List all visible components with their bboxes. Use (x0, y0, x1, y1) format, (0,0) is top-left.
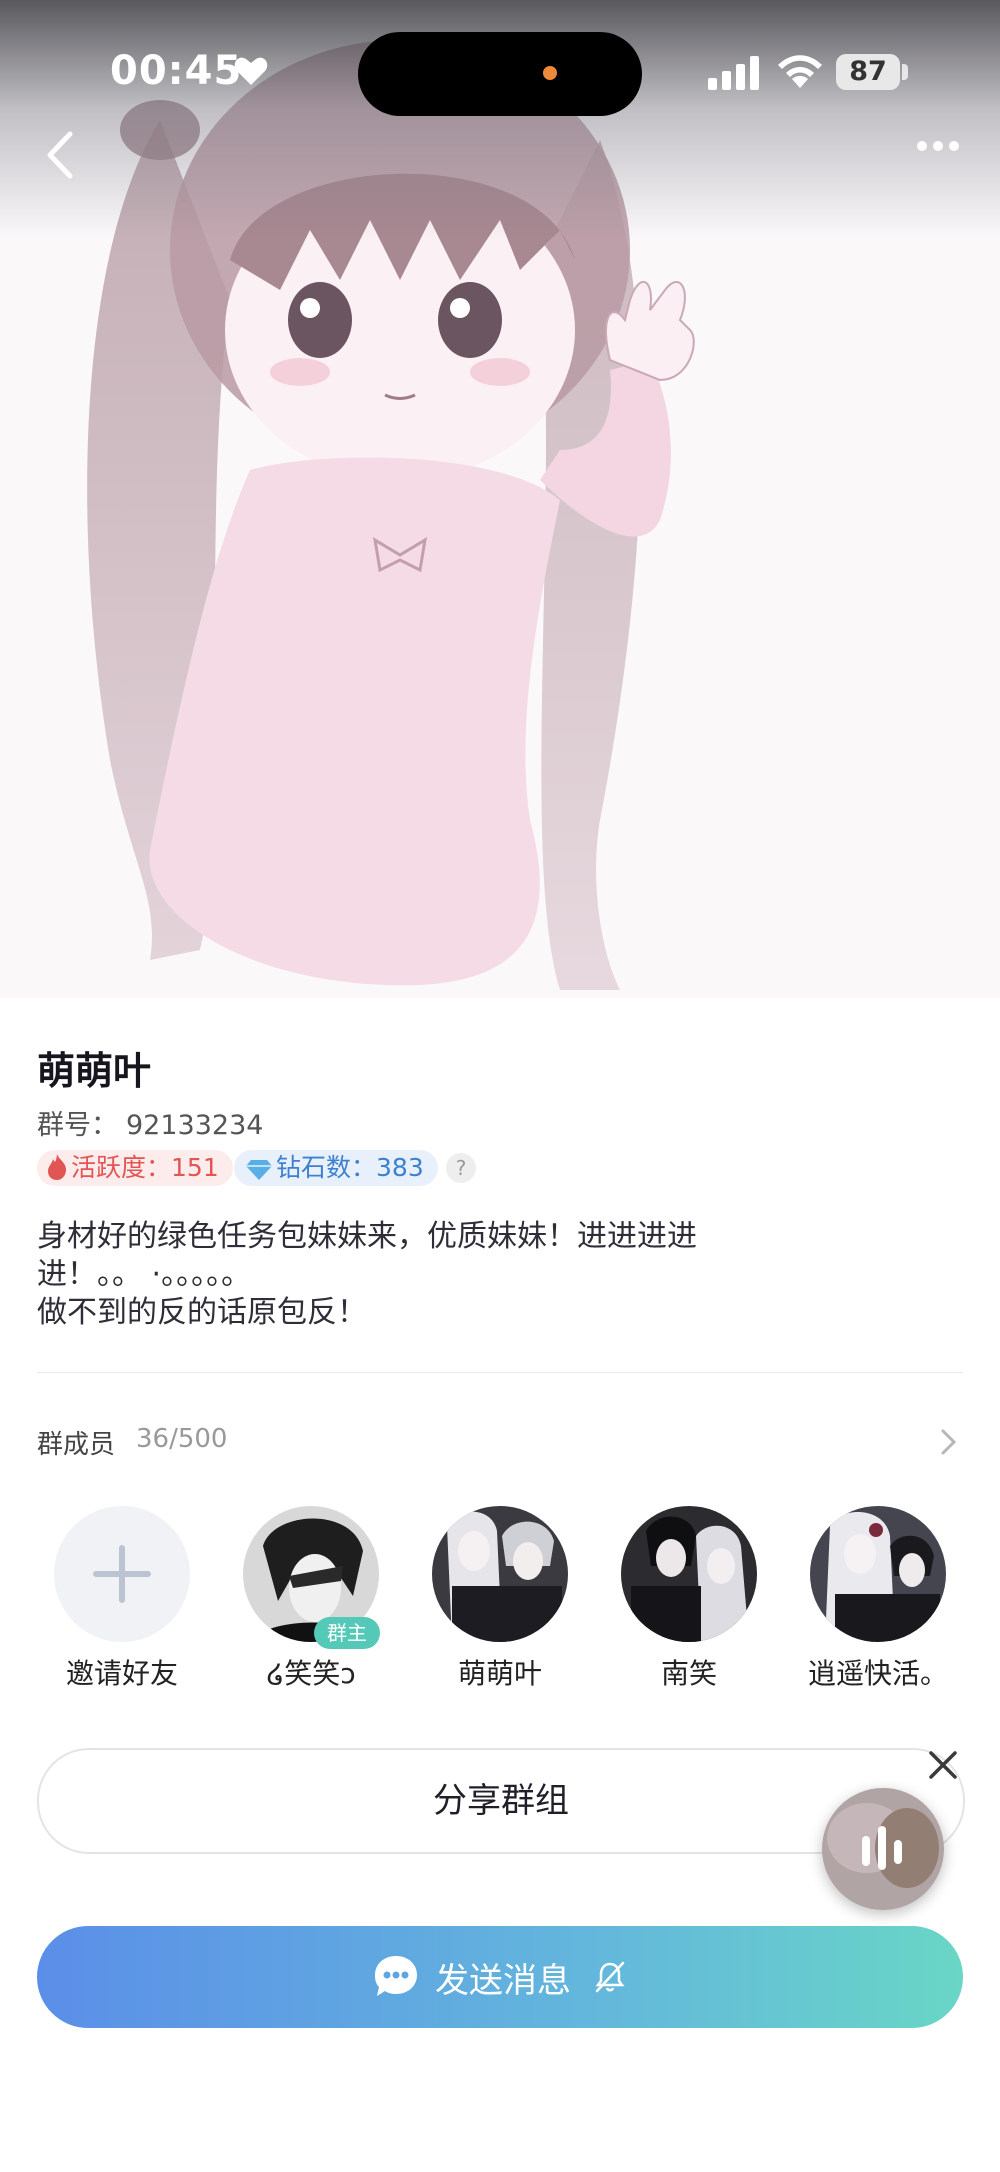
heart-icon (234, 57, 268, 85)
member-name: 萌萌叶 (457, 1657, 542, 1690)
audio-bar (894, 1840, 902, 1864)
audio-bar (878, 1826, 886, 1870)
group-id-label: 群号： (37, 1110, 118, 1141)
activity-label: 活跃度： (71, 1153, 172, 1182)
voice-room-avatar (822, 1788, 944, 1910)
members-label: 群成员 (37, 1430, 116, 1460)
member-name: 逍遥快活。 (807, 1657, 948, 1690)
member-item[interactable]: 南笑 (603, 1506, 775, 1692)
group-cover-image (0, 0, 1000, 998)
activity-badge: 活跃度：151 (37, 1150, 233, 1186)
chat-bubble-icon (375, 1956, 417, 1996)
invite-label: 邀请好友 (65, 1657, 178, 1690)
send-button-content: 发送消息 (37, 1926, 963, 2028)
audio-bar (862, 1836, 870, 1866)
invite-friend-button[interactable]: 邀请好友 (36, 1506, 208, 1692)
activity-value: 151 (171, 1153, 219, 1182)
avatar (621, 1506, 757, 1642)
group-name: 萌萌叶 (37, 1049, 152, 1093)
chevron-right-icon[interactable] (938, 1428, 958, 1456)
close-icon[interactable] (926, 1748, 960, 1782)
member-item[interactable]: 逍遥快活。 (792, 1506, 964, 1692)
plus-icon (93, 1545, 151, 1603)
bell-muted-icon (595, 1961, 625, 1993)
more-icon[interactable] (916, 140, 960, 152)
send-message-button[interactable]: 发送消息 (37, 1926, 963, 2028)
owner-badge: 群主 (314, 1617, 380, 1649)
help-icon[interactable]: ? (446, 1153, 476, 1183)
diamond-badge: 钻石数：383 (234, 1150, 438, 1186)
member-item[interactable]: ໒笑笑ↄ (225, 1506, 397, 1692)
flame-icon (48, 1154, 67, 1180)
battery-cap (902, 64, 908, 80)
invite-circle (54, 1506, 190, 1642)
members-count: 36/500 (136, 1424, 228, 1454)
diamond-label: 钻石数： (276, 1153, 377, 1182)
avatar (810, 1506, 946, 1642)
diamond-icon (246, 1160, 272, 1180)
battery-level: 87 (836, 54, 900, 90)
floating-voice-room-button[interactable] (822, 1788, 944, 1910)
group-id: 群号： 92133234 (37, 1103, 263, 1142)
back-icon[interactable] (40, 128, 80, 182)
member-item[interactable]: 萌萌叶 (414, 1506, 586, 1692)
member-name: ໒笑笑ↄ (266, 1657, 356, 1690)
cellular-signal-icon (708, 56, 759, 90)
send-message-label: 发送消息 (435, 1960, 571, 2001)
status-time: 00:45 (110, 48, 243, 94)
member-name: 南笑 (660, 1657, 717, 1690)
dynamic-island (358, 32, 642, 116)
avatar (432, 1506, 568, 1642)
group-description: 身材好的绿色任务包妹妹来，优质妹妹！进进进进 进！。。 ·。。。。。 做不到的反… (37, 1219, 697, 1330)
group-id-value: 92133234 (126, 1110, 264, 1141)
divider (37, 1372, 963, 1373)
diamond-value: 383 (376, 1153, 424, 1182)
wifi-icon (778, 55, 822, 88)
privacy-indicator-dot (543, 66, 557, 80)
